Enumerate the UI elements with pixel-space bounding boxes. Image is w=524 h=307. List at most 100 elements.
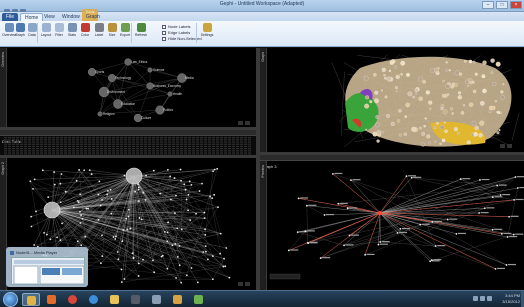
category-node[interactable] [167, 91, 173, 97]
edge [153, 170, 180, 246]
tab-file[interactable]: File [2, 13, 19, 21]
node-label: Politics [163, 108, 174, 112]
table-cell [100, 152, 103, 154]
table-cell [168, 148, 171, 150]
edge [133, 175, 180, 266]
graph-node [404, 115, 407, 118]
taskbar-item[interactable] [148, 293, 166, 306]
table-cell [196, 152, 199, 154]
taskbar-item[interactable] [64, 293, 82, 306]
table-cell [68, 145, 71, 148]
table-cell [8, 139, 11, 141]
taskbar-item[interactable] [85, 293, 103, 306]
graph-node [84, 235, 87, 238]
flag-icon[interactable] [473, 296, 478, 301]
node-label [510, 215, 519, 217]
graph-node [414, 92, 418, 95]
table-cell [216, 141, 219, 143]
graph-node [101, 234, 103, 237]
graph-node [374, 98, 379, 104]
graph-node [403, 132, 407, 136]
table-cell [16, 141, 19, 143]
table-cell [160, 152, 163, 154]
table-cell [208, 143, 211, 145]
graph-node [410, 176, 413, 179]
color-button[interactable]: Color [78, 23, 92, 37]
thumbnail-image[interactable] [11, 257, 85, 285]
edge-labels-checkbox[interactable]: Edge Labels [162, 30, 190, 35]
table-cell [36, 145, 39, 148]
taskbar-item[interactable] [127, 293, 145, 306]
taskbar-item[interactable] [169, 293, 187, 306]
label-button[interactable]: Label [92, 23, 106, 37]
table-cell [76, 143, 79, 145]
table-cell [24, 145, 27, 148]
size-button[interactable]: Size [105, 23, 119, 37]
graph-panel[interactable]: Graph [260, 48, 524, 152]
table-cell [140, 137, 143, 139]
taskbar-item[interactable] [190, 293, 208, 306]
graph-node [127, 215, 130, 218]
table-cell [72, 145, 75, 148]
table-cell [96, 152, 99, 154]
edge [121, 266, 224, 283]
clock[interactable]: 3:44 PM 3/15/2012 [502, 293, 520, 305]
table-cell [200, 148, 203, 150]
graph-node [78, 168, 81, 171]
data-table-panel[interactable]: Data Table [0, 130, 256, 155]
graph-node [496, 131, 500, 135]
table-cell [104, 137, 107, 139]
table-cell [140, 150, 143, 152]
data-table-grid[interactable] [0, 136, 256, 155]
taskbar-item[interactable] [43, 293, 61, 306]
settings-button[interactable]: Settings [200, 23, 214, 37]
table-cell [172, 152, 175, 154]
minimize-button[interactable]: – [482, 1, 494, 9]
category-graph[interactable]: Law_Ethics Science Technology Business_Econ… [0, 48, 256, 127]
graph3-panel[interactable]: Graph 3 Preview [260, 155, 524, 290]
taskbar-item[interactable] [22, 293, 40, 306]
filter-button[interactable]: Filter [52, 23, 66, 37]
close-button[interactable]: × [510, 1, 522, 9]
table-cell [176, 141, 179, 143]
graph-node [442, 93, 446, 98]
layout-icon [41, 23, 51, 32]
volume-icon[interactable] [487, 296, 492, 301]
start-button[interactable] [3, 292, 18, 307]
edge [378, 212, 381, 245]
table-cell [108, 137, 111, 139]
graph-node [500, 232, 503, 235]
table-cell [44, 139, 47, 141]
tab-graph[interactable]: Graph [82, 13, 104, 21]
table-cell [36, 150, 39, 152]
data-button[interactable]: Data [25, 23, 39, 37]
tab-window[interactable]: Window [58, 13, 84, 21]
table-cell [84, 139, 87, 141]
node-label [449, 218, 458, 220]
table-cell [172, 137, 175, 139]
table-cell [40, 148, 43, 150]
stats-button[interactable]: Stats [65, 23, 79, 37]
graph-node [431, 220, 434, 223]
overview-panel[interactable]: Overview Law_Ethics Science Technology Busi… [0, 48, 256, 127]
node-labels-checkbox[interactable]: Node Labels [162, 24, 190, 29]
export-button[interactable]: Export [118, 23, 132, 37]
refresh-button[interactable]: Refresh [134, 23, 148, 37]
maximize-button[interactable]: □ [496, 1, 508, 9]
taskbar-item[interactable] [106, 293, 124, 306]
layout-button[interactable]: Layout [39, 23, 53, 37]
table-cell [192, 139, 195, 141]
graph-node [138, 217, 141, 219]
taskbar-thumbnail-preview[interactable]: NodeXL - Media Player [6, 247, 88, 287]
ribbon-button-label: Settings [200, 33, 214, 37]
graph-node [175, 277, 178, 279]
category-node[interactable] [97, 111, 103, 117]
dense-network-graph[interactable] [260, 48, 524, 152]
category-node[interactable] [147, 67, 153, 73]
graph-node [516, 187, 519, 189]
table-cell [224, 141, 227, 143]
graph-node [446, 93, 450, 96]
network-icon[interactable] [480, 296, 485, 301]
tab-view[interactable]: View [40, 13, 59, 21]
star-network-graph[interactable] [260, 161, 524, 290]
